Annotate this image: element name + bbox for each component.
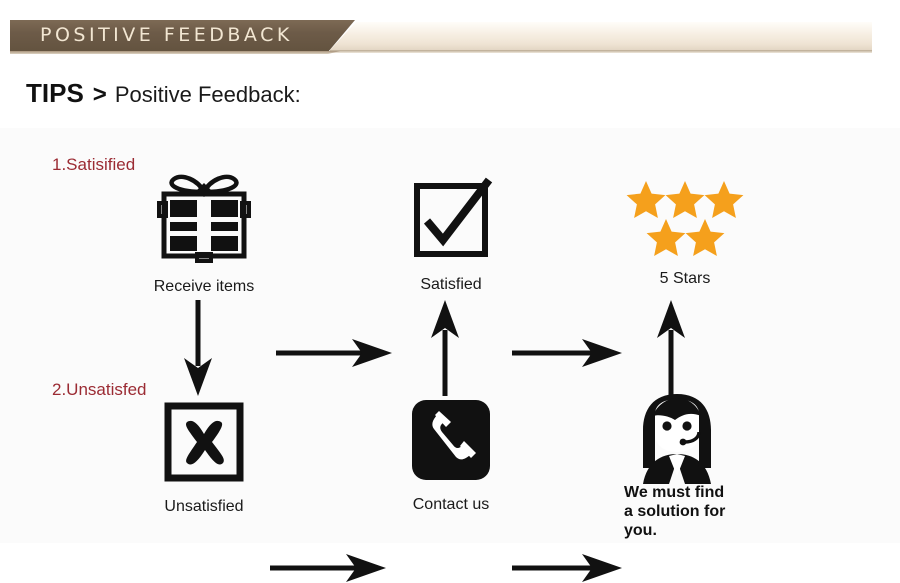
heading-separator-icon: > bbox=[92, 81, 107, 108]
node-label-support-agent: We must find a solution for you. bbox=[624, 484, 726, 539]
node-label-five-stars: 5 Stars bbox=[659, 270, 711, 287]
support-agent-icon bbox=[643, 394, 711, 484]
banner-dark-underline bbox=[10, 51, 340, 54]
step-tag-unsatisfied: 2.Unsatisfed bbox=[52, 380, 147, 399]
page-title: TIPS > Positive Feedback: bbox=[26, 78, 301, 109]
arrow-unsatisfied-to-contact bbox=[270, 554, 386, 582]
node-label-satisfied: Satisfied bbox=[420, 276, 482, 293]
banner-cream-strip bbox=[330, 22, 872, 50]
five-stars-icon bbox=[626, 181, 744, 256]
node-label-unsatisfied: Unsatisfied bbox=[164, 498, 244, 515]
node-support-agent[interactable] bbox=[622, 390, 732, 488]
banner-cream-underline bbox=[330, 50, 872, 53]
node-label-receive-items: Receive items bbox=[153, 278, 255, 295]
check-box-icon bbox=[414, 177, 493, 257]
node-satisfied[interactable]: Satisfied bbox=[396, 176, 506, 294]
step-tag-satisfied: 1.Satisified bbox=[52, 155, 136, 174]
gift-box-icon bbox=[157, 174, 251, 263]
arrow-receive-to-satisfied bbox=[276, 339, 392, 367]
telephone-icon bbox=[412, 400, 490, 480]
heading-subject: Positive Feedback: bbox=[114, 82, 301, 107]
node-five-stars[interactable]: 5 Stars bbox=[620, 176, 750, 288]
page-header-banner: POSITIVE FEEDBACK bbox=[0, 20, 900, 54]
arrow-receive-to-unsatisfied bbox=[184, 300, 212, 396]
arrow-contact-to-satisfied bbox=[431, 300, 459, 396]
node-unsatisfied[interactable]: Unsatisfied bbox=[145, 400, 263, 516]
arrow-satisfied-to-stars bbox=[512, 339, 622, 367]
arrow-agent-to-stars bbox=[657, 300, 685, 396]
feedback-flow-diagram: 1.Satisified 2.Unsatisfed Receive items bbox=[0, 128, 900, 582]
tips-keyword: TIPS bbox=[26, 78, 84, 108]
node-contact-us[interactable]: Contact us bbox=[396, 396, 506, 514]
arrow-contact-to-agent bbox=[512, 554, 622, 582]
banner-title: POSITIVE FEEDBACK bbox=[40, 24, 293, 46]
node-receive-items[interactable]: Receive items bbox=[140, 170, 268, 296]
node-label-contact-us: Contact us bbox=[412, 496, 490, 513]
x-box-icon bbox=[164, 402, 244, 482]
